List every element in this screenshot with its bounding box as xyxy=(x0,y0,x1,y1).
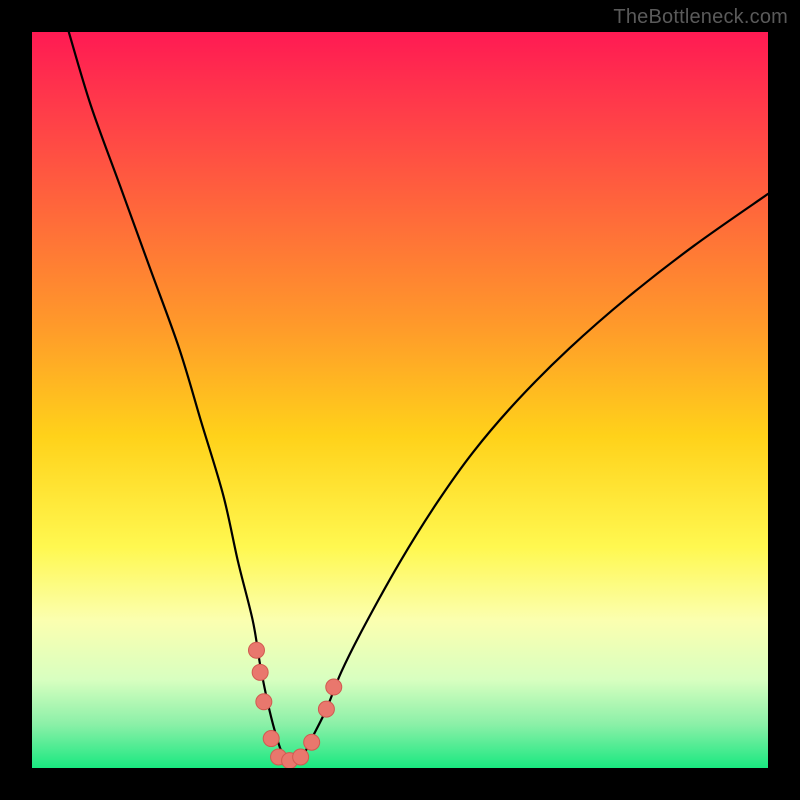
data-marker xyxy=(326,679,342,695)
curve-markers xyxy=(248,642,341,768)
curve-layer xyxy=(32,32,768,768)
data-marker xyxy=(256,694,272,710)
data-marker xyxy=(252,664,268,680)
plot-area xyxy=(32,32,768,768)
chart-container: TheBottleneck.com xyxy=(0,0,800,800)
data-marker xyxy=(293,749,309,765)
data-marker xyxy=(263,731,279,747)
watermark-text: TheBottleneck.com xyxy=(613,6,788,29)
data-marker xyxy=(304,734,320,750)
data-marker xyxy=(248,642,264,658)
bottleneck-curve xyxy=(69,32,768,762)
data-marker xyxy=(318,701,334,717)
